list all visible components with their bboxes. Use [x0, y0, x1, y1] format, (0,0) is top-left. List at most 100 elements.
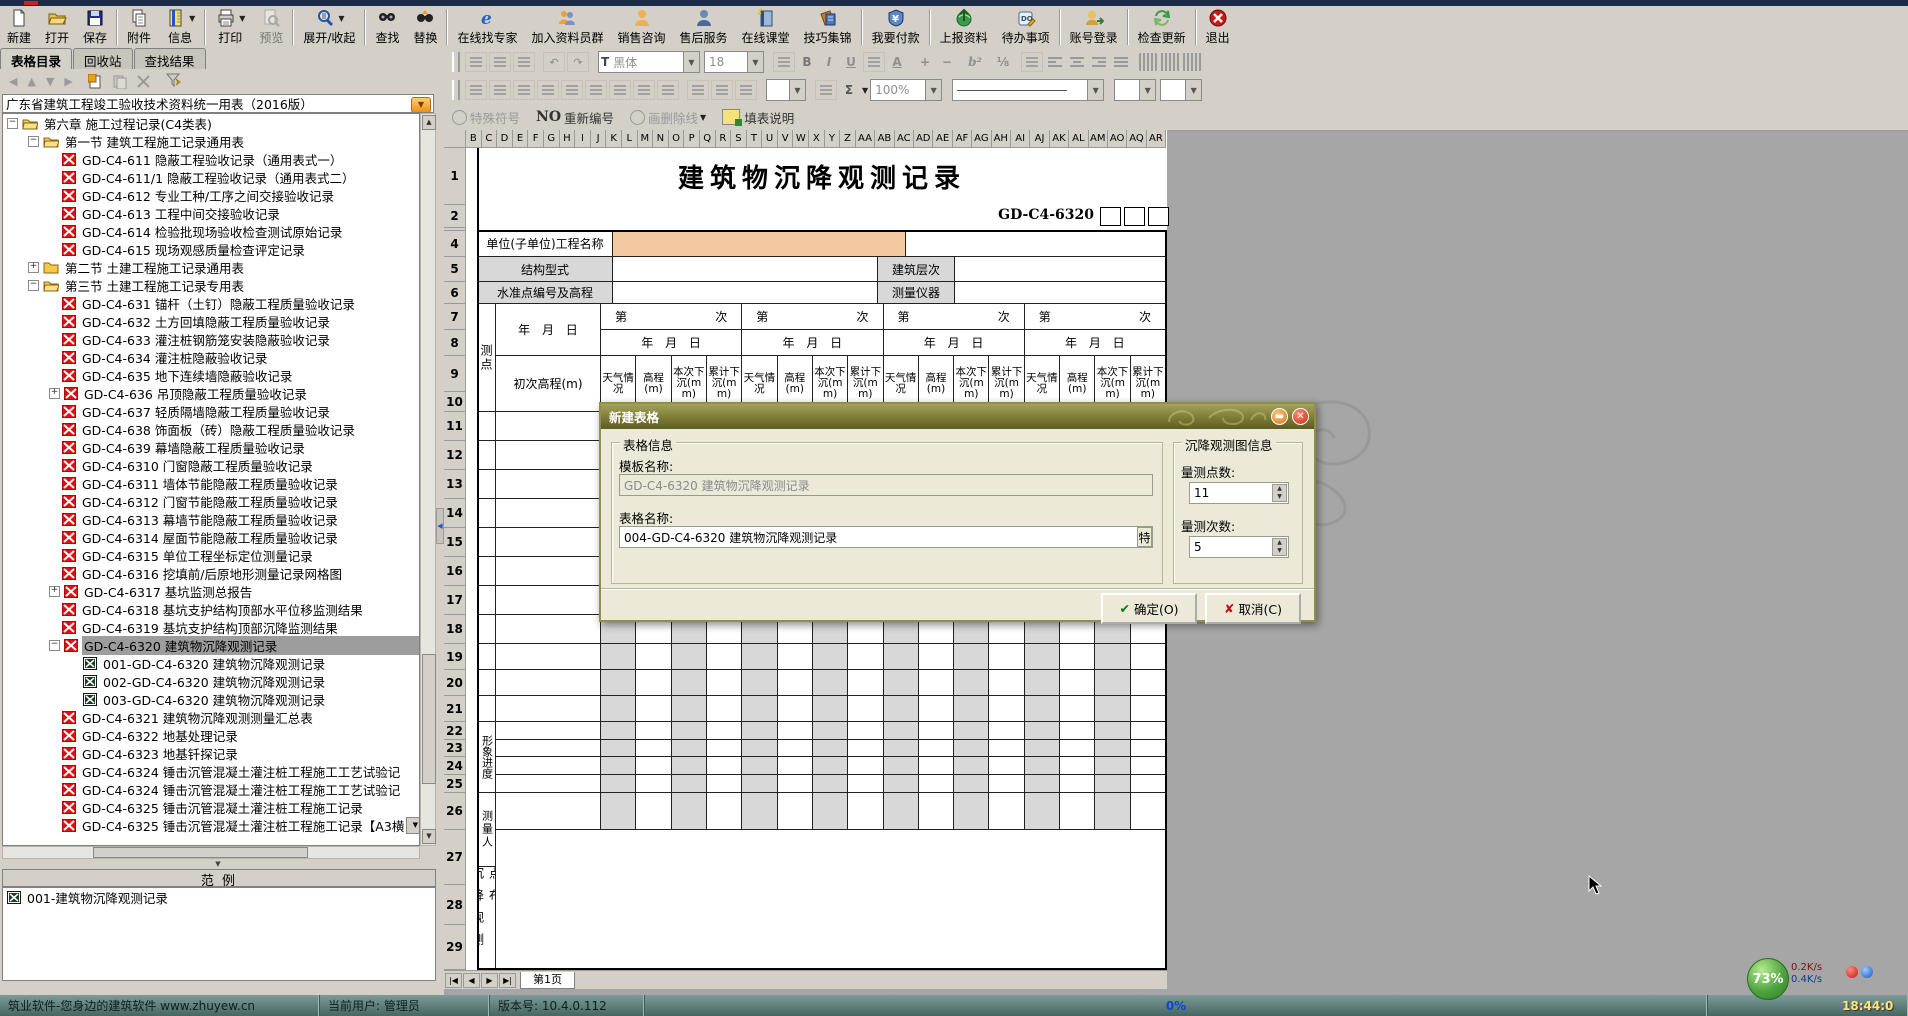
bold-button[interactable]: B [797, 53, 817, 71]
tree-item[interactable]: GD-C4-634 灌注桩隐蔽验收记录 [3, 348, 419, 366]
tab-form-catalog[interactable]: 表格目录 [0, 48, 72, 69]
observation-cell[interactable] [742, 793, 777, 830]
layout-diagram-area[interactable] [496, 867, 1166, 970]
tree-item[interactable]: GD-C4-6318 基坑支护结构顶部水平位移监测结果 [3, 600, 419, 618]
exit-button[interactable]: 退出 [1199, 6, 1237, 48]
observation-cell[interactable] [636, 757, 671, 775]
cell-unit-rest[interactable] [906, 231, 1166, 257]
nav-down-icon[interactable]: ▼ [46, 75, 54, 88]
observation-cell[interactable] [813, 670, 848, 696]
scroll-up-icon[interactable]: ▲ [422, 115, 436, 130]
chevron-down-icon[interactable]: ▼ [1185, 80, 1201, 100]
column-header[interactable]: AO [1108, 130, 1127, 148]
point-number-cell[interactable] [478, 528, 496, 557]
chevron-down-icon[interactable]: ▼ [239, 14, 245, 23]
zoom-combo[interactable]: 100%▼ [870, 79, 942, 101]
nav-left-icon[interactable]: ◀ [9, 75, 17, 88]
observation-cell[interactable] [884, 740, 919, 757]
tree-item[interactable]: GD-C4-614 检验批现场验收检查测试原始记录 [3, 222, 419, 240]
prev-page-icon[interactable]: ◀ [463, 973, 480, 988]
observation-cell[interactable] [707, 775, 742, 793]
initial-elevation-cell[interactable] [496, 670, 601, 696]
initial-elevation-cell[interactable] [496, 441, 601, 470]
observation-cell[interactable] [1095, 696, 1130, 722]
column-header[interactable]: U [762, 130, 778, 148]
point-number-cell[interactable] [478, 470, 496, 499]
observation-cell[interactable] [954, 670, 989, 696]
point-number-cell[interactable] [478, 615, 496, 644]
column-header[interactable]: W [793, 130, 809, 148]
row-header[interactable]: 17 [444, 586, 466, 615]
chevron-down-icon[interactable]: ▼ [683, 52, 699, 72]
observation-cell[interactable] [813, 722, 848, 740]
strikeline-button[interactable]: 画删除线 ▼ [630, 108, 706, 127]
column-header[interactable]: AR [1147, 130, 1166, 148]
observation-cell[interactable] [954, 775, 989, 793]
tree-item[interactable]: GD-C4-6325 锤击沉管混凝土灌注桩工程施工记录【A3横▼ [3, 816, 419, 834]
observation-cell[interactable] [778, 793, 813, 830]
point-number-cell[interactable] [478, 499, 496, 528]
attach-button[interactable]: 附件 [120, 6, 158, 48]
column-header[interactable]: K [606, 130, 622, 148]
row-header[interactable]: 12 [444, 441, 466, 470]
observation-cell[interactable] [848, 775, 883, 793]
chevron-down-icon[interactable]: ▼ [789, 80, 805, 100]
observation-cell[interactable] [1131, 670, 1166, 696]
copy-icon[interactable] [465, 52, 487, 72]
observation-cell[interactable] [848, 757, 883, 775]
observation-cell[interactable] [1095, 775, 1130, 793]
scroll-thumb[interactable] [422, 654, 436, 784]
new-button[interactable]: 新建 [0, 6, 38, 48]
observation-cell[interactable] [989, 644, 1024, 670]
tree-expander-icon[interactable]: − [49, 640, 60, 651]
observation-cell[interactable] [1060, 757, 1095, 775]
observation-cell[interactable] [954, 696, 989, 722]
column-header[interactable]: O [669, 130, 685, 148]
tree-item[interactable]: GD-C4-6325 锤击沉管混凝土灌注桩工程施工记录 [3, 798, 419, 816]
label-benchmark[interactable]: 水准点编号及高程 [478, 282, 613, 304]
line-style-combo[interactable]: ▼ [952, 79, 1104, 101]
numbering-button[interactable]: ⅛ [993, 53, 1013, 71]
nav-up-icon[interactable]: ▲ [27, 75, 35, 88]
chevron-down-icon[interactable]: ▼ [406, 817, 420, 834]
format-brush-icon[interactable] [773, 52, 795, 72]
observation-cell[interactable] [1060, 793, 1095, 830]
special-char-button[interactable]: 特 [1137, 527, 1152, 547]
observation-cell[interactable] [848, 644, 883, 670]
example-item[interactable]: 001-建筑物沉降观测记录 [3, 888, 435, 906]
decrease-font-button[interactable]: − [937, 53, 957, 71]
initial-elevation-cell[interactable] [496, 586, 601, 615]
chevron-down-icon[interactable]: ▼ [1087, 80, 1103, 100]
initial-elevation-cell[interactable] [496, 775, 601, 793]
observation-cell[interactable] [884, 793, 919, 830]
initial-elevation-cell[interactable] [496, 412, 601, 441]
replace-button[interactable]: 替换 [406, 6, 444, 48]
observation-cell[interactable] [601, 670, 636, 696]
code-box-3[interactable] [1148, 207, 1169, 226]
column-header[interactable]: AJ [1030, 130, 1049, 148]
observation-cell[interactable] [1095, 793, 1130, 830]
merge-cells-icon[interactable] [465, 80, 487, 100]
column-header[interactable]: D [497, 130, 513, 148]
input-benchmark[interactable] [613, 282, 878, 304]
observation-cell[interactable] [954, 644, 989, 670]
tree-item[interactable]: GD-C4-612 专业工种/工序之间交接验收记录 [3, 186, 419, 204]
upload-button[interactable]: 上报资料 [933, 6, 995, 48]
observation-cell[interactable] [989, 757, 1024, 775]
observation-cell[interactable] [672, 740, 707, 757]
after-sales-button[interactable]: 售后服务 [673, 6, 735, 48]
observation-cell[interactable] [884, 757, 919, 775]
tree-expander-icon[interactable]: − [7, 118, 18, 129]
row-header[interactable]: 4 [444, 231, 466, 257]
sidebar-splitter[interactable]: ◀ [436, 48, 444, 995]
observation-cell[interactable] [707, 644, 742, 670]
column-header[interactable]: J [591, 130, 607, 148]
column-header[interactable]: V [778, 130, 794, 148]
observation-cell[interactable] [884, 670, 919, 696]
chevron-down-icon[interactable]: ▼ [747, 52, 763, 72]
observation-cell[interactable] [1025, 793, 1060, 830]
obs-ordinal-header[interactable]: 第次 [742, 304, 883, 330]
observation-cell[interactable] [672, 722, 707, 740]
point-number-cell[interactable] [478, 644, 496, 670]
split-cell-icon[interactable] [537, 80, 559, 100]
